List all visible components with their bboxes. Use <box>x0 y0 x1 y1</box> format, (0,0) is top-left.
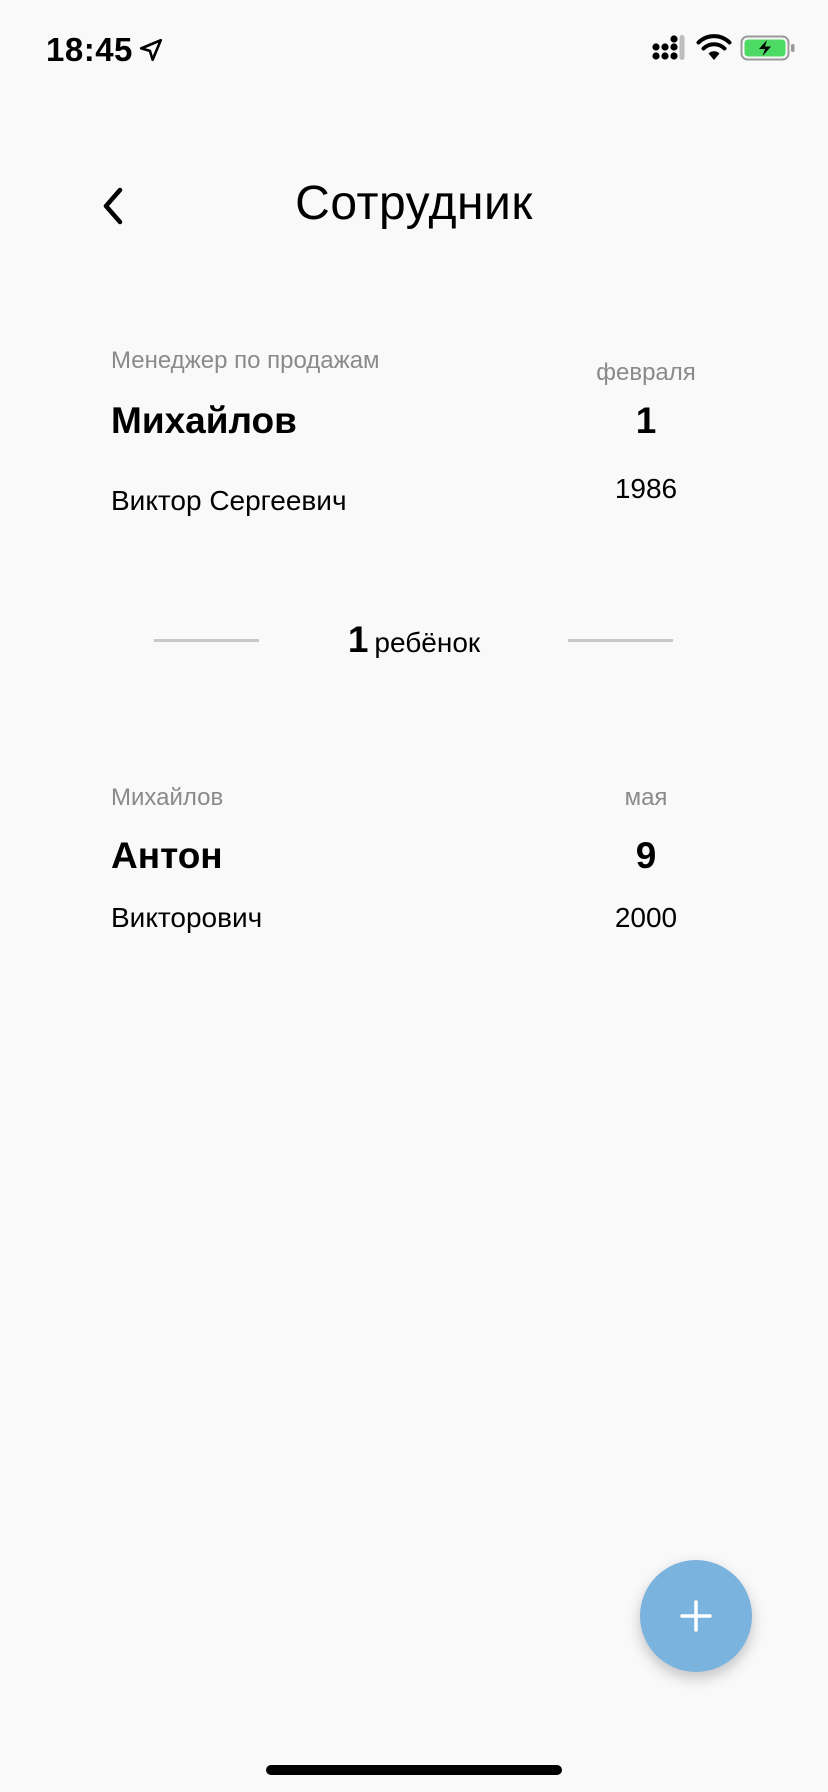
divider-line-right <box>568 639 673 642</box>
employee-birth-year: 1986 <box>614 473 678 504</box>
status-time: 18:45 <box>46 31 133 68</box>
child-birthdate: мая 9 2000 <box>571 782 721 942</box>
children-word: ребёнок <box>374 627 481 658</box>
location-arrow-icon <box>139 38 163 62</box>
employee-birth-month: февраля <box>596 359 696 386</box>
child-patronymic: Викторович <box>111 902 263 933</box>
child-birth-day: 9 <box>635 835 657 876</box>
employee-birth-day: 1 <box>635 400 657 441</box>
cellular-signal-icon <box>652 35 685 60</box>
children-count: 1 <box>347 619 369 660</box>
page-title: Сотрудник <box>295 177 533 230</box>
child-card[interactable]: Михайлов Антон Викторович мая 9 2000 <box>111 782 731 942</box>
home-indicator[interactable] <box>266 1765 562 1775</box>
child-first-name: Антон <box>111 835 223 876</box>
add-child-button[interactable] <box>640 1560 752 1672</box>
wifi-icon <box>696 34 732 60</box>
child-surname: Михайлов <box>111 784 224 811</box>
plus-icon <box>680 1600 712 1632</box>
battery-charging-icon <box>740 35 795 61</box>
employee-birthdate: февраля 1 1986 <box>571 345 721 525</box>
child-birth-month: мая <box>624 784 668 811</box>
employee-given-names: Виктор Сергеевич <box>111 485 347 516</box>
children-divider: 1 ребёнок <box>0 610 828 670</box>
employee-surname: Михайлов <box>111 400 297 441</box>
children-count-label: 1 ребёнок <box>0 610 828 678</box>
status-bar: 18:45 <box>0 0 828 100</box>
employee-card[interactable]: Менеджер по продажам Михайлов Виктор Сер… <box>111 345 731 525</box>
employee-position: Менеджер по продажам <box>111 347 380 374</box>
child-birth-year: 2000 <box>614 902 678 933</box>
